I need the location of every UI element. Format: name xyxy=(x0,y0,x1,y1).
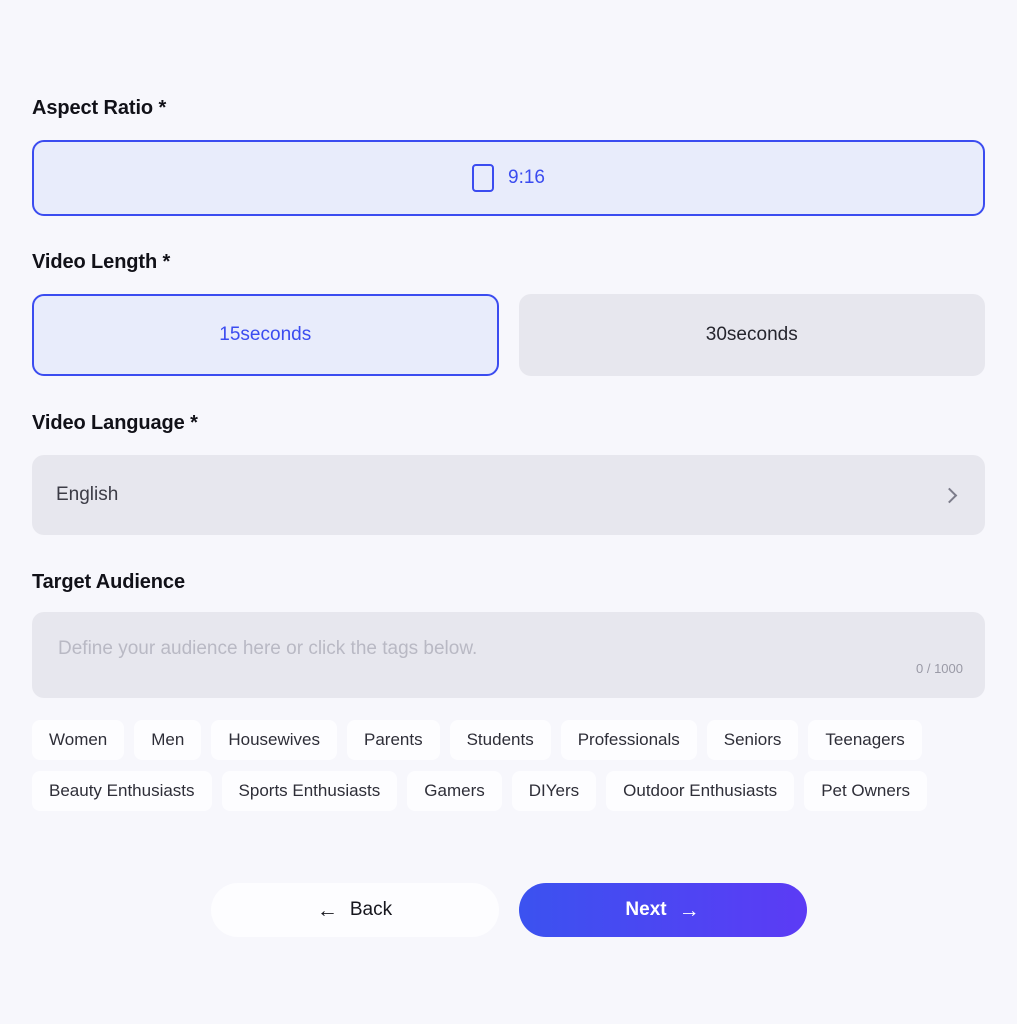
video-length-option-30s[interactable]: 30seconds xyxy=(518,294,985,376)
arrow-left-icon: ← xyxy=(316,898,338,922)
audience-tag[interactable]: Students xyxy=(449,720,551,760)
back-button-label: Back xyxy=(349,899,393,920)
audience-tag[interactable]: DIYers xyxy=(511,771,597,811)
video-settings-form: Aspect Ratio * 9:16 Video Length * 15sec… xyxy=(0,0,1017,1024)
audience-tag[interactable]: Seniors xyxy=(706,720,799,760)
video-length-option-label: 30seconds xyxy=(705,324,798,345)
audience-tag[interactable]: Women xyxy=(32,720,125,760)
aspect-ratio-section: Aspect Ratio * 9:16 xyxy=(32,0,985,216)
audience-tag-list: Women Men Housewives Parents Students Pr… xyxy=(32,720,985,811)
audience-tag[interactable]: Teenagers xyxy=(808,720,922,760)
chevron-right-icon xyxy=(941,487,958,503)
audience-tag[interactable]: Housewives xyxy=(211,720,337,760)
target-audience-section: Target Audience 0 / 1000 Women Men House… xyxy=(32,572,985,811)
target-audience-input-wrap: 0 / 1000 xyxy=(32,612,985,698)
video-length-option-15s[interactable]: 15seconds xyxy=(32,294,499,376)
aspect-ratio-option-label: 9:16 xyxy=(508,167,545,188)
arrow-right-icon: → xyxy=(678,898,700,922)
audience-tag[interactable]: Professionals xyxy=(560,720,697,760)
aspect-ratio-label: Aspect Ratio * xyxy=(32,97,167,119)
audience-tag-row: Beauty Enthusiasts Sports Enthusiasts Ga… xyxy=(32,771,985,811)
video-length-option-label: 15seconds xyxy=(219,324,312,345)
video-language-value: English xyxy=(56,484,119,505)
video-length-label: Video Length * xyxy=(32,251,171,273)
target-audience-input[interactable] xyxy=(32,612,985,698)
aspect-ratio-option-9-16[interactable]: 9:16 xyxy=(32,140,985,216)
audience-tag[interactable]: Outdoor Enthusiasts xyxy=(606,771,795,811)
aspect-ratio-options: 9:16 xyxy=(32,140,985,216)
portrait-rectangle-icon xyxy=(472,164,494,192)
back-button[interactable]: ← Back xyxy=(210,883,499,937)
video-length-options: 15seconds 30seconds xyxy=(32,294,985,376)
video-language-select[interactable]: English xyxy=(32,455,985,535)
form-footer: ← Back Next → xyxy=(32,883,985,937)
audience-tag-row: Women Men Housewives Parents Students Pr… xyxy=(32,720,985,760)
video-language-section: Video Language * English xyxy=(32,413,985,535)
audience-tag[interactable]: Gamers xyxy=(407,771,502,811)
audience-tag[interactable]: Beauty Enthusiasts xyxy=(32,771,212,811)
next-button-label: Next xyxy=(625,899,667,920)
next-button[interactable]: Next → xyxy=(518,883,807,937)
audience-tag[interactable]: Parents xyxy=(347,720,440,760)
audience-tag[interactable]: Pet Owners xyxy=(804,771,927,811)
video-language-label: Video Language * xyxy=(32,412,198,434)
target-audience-label: Target Audience xyxy=(32,571,185,593)
video-length-section: Video Length * 15seconds 30seconds xyxy=(32,252,985,376)
audience-tag[interactable]: Sports Enthusiasts xyxy=(221,771,398,811)
audience-tag[interactable]: Men xyxy=(134,720,202,760)
character-counter: 0 / 1000 xyxy=(916,661,963,676)
